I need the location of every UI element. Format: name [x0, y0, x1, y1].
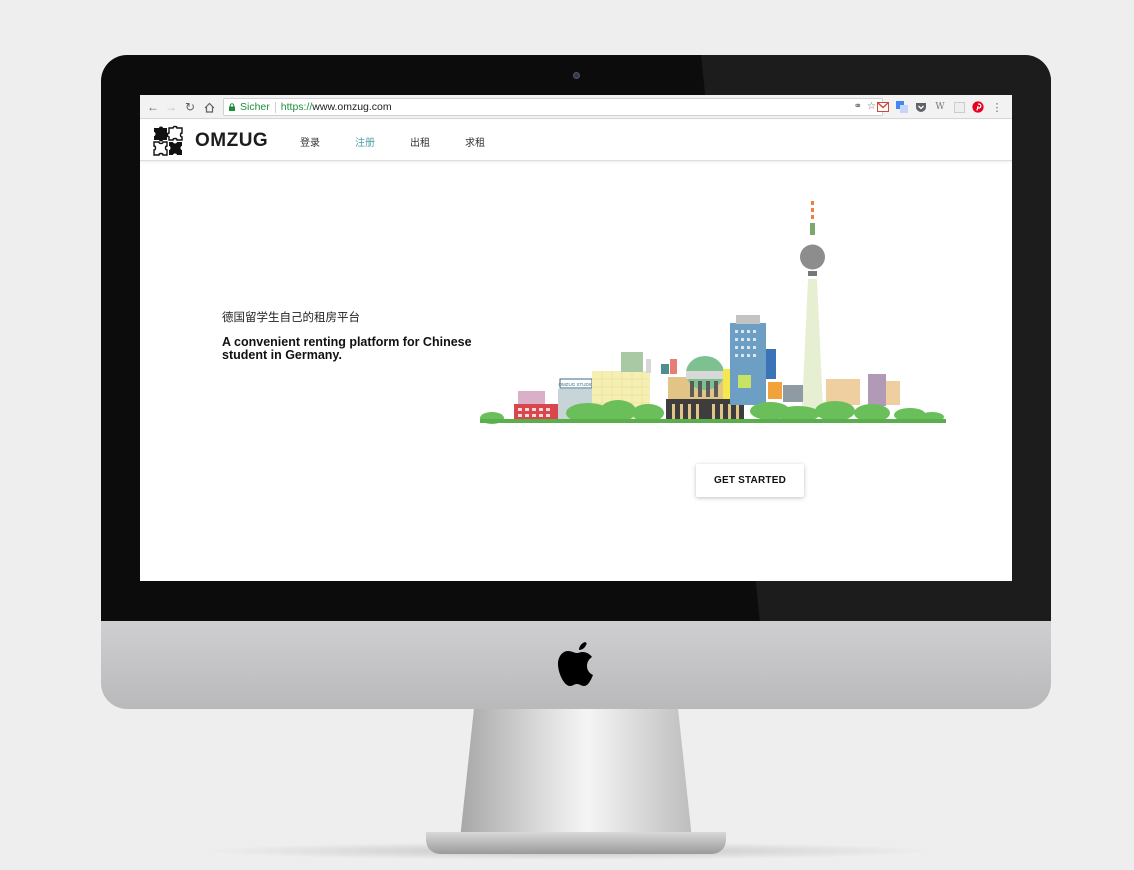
hero-tagline-cn: 德国留学生自己的租房平台	[222, 310, 360, 324]
pinterest-icon[interactable]	[972, 101, 984, 113]
browser-toolbar: ← → ↻ Sicher https:// www.omzug.com ⚭ ☆	[140, 95, 1012, 119]
back-arrow-icon[interactable]: ←	[146, 100, 160, 114]
home-icon[interactable]	[202, 100, 216, 114]
stand-neck	[460, 709, 692, 839]
bookmark-star-icon[interactable]: ☆	[867, 101, 876, 112]
imac-mockup: ← → ↻ Sicher https:// www.omzug.com ⚭ ☆	[0, 0, 1134, 870]
nav-item-rent-out[interactable]: 出租	[410, 134, 430, 149]
wikipedia-icon[interactable]: W	[934, 101, 946, 113]
building	[886, 381, 900, 405]
forward-arrow-icon[interactable]: →	[164, 100, 178, 114]
hero-tagline-en: A convenient renting platform for Chines…	[222, 335, 472, 362]
url-scheme: https://	[280, 101, 313, 113]
tv-tower	[800, 201, 825, 409]
secure-label: Sicher	[240, 101, 270, 113]
url-host: www.omzug.com	[312, 101, 392, 113]
address-divider	[274, 101, 276, 113]
building	[621, 352, 643, 372]
key-icon[interactable]: ⚭	[854, 101, 862, 112]
camera-icon	[573, 72, 580, 79]
studio-sign-text: OMZUG STUDIO	[559, 382, 594, 387]
lock-icon	[229, 103, 235, 111]
nav-item-seek-rental[interactable]: 求租	[465, 134, 485, 149]
puzzle-logo-icon[interactable]	[152, 125, 184, 157]
more-menu-icon[interactable]: ⋮	[991, 101, 1003, 114]
ground	[480, 419, 946, 423]
apple-logo-icon	[558, 642, 593, 686]
main-nav: 登录 注册 出租 求租	[300, 134, 520, 149]
building	[730, 323, 766, 405]
extension-icons: W ⋮	[877, 100, 1003, 114]
address-bar[interactable]: Sicher https:// www.omzug.com ⚭ ☆	[223, 98, 883, 116]
nav-item-login[interactable]: 登录	[300, 134, 320, 149]
berlin-skyline-illustration: OMZUG STUDIO	[480, 201, 946, 424]
nav-item-register[interactable]: 注册	[355, 134, 375, 149]
translate-icon[interactable]	[896, 101, 908, 113]
blank-extension-icon[interactable]	[953, 101, 965, 113]
gmail-icon[interactable]	[877, 101, 889, 113]
logo-text[interactable]: OMZUG	[195, 130, 268, 152]
get-started-button[interactable]: GET STARTED	[696, 464, 804, 497]
stand-foot	[426, 832, 726, 854]
reload-icon[interactable]: ↻	[183, 100, 197, 114]
screen: ← → ↻ Sicher https:// www.omzug.com ⚭ ☆	[140, 95, 1012, 581]
site-header: OMZUG 登录 注册 出租 求租	[140, 120, 1012, 161]
pocket-icon[interactable]	[915, 101, 927, 113]
building	[868, 374, 886, 406]
building	[826, 379, 860, 405]
